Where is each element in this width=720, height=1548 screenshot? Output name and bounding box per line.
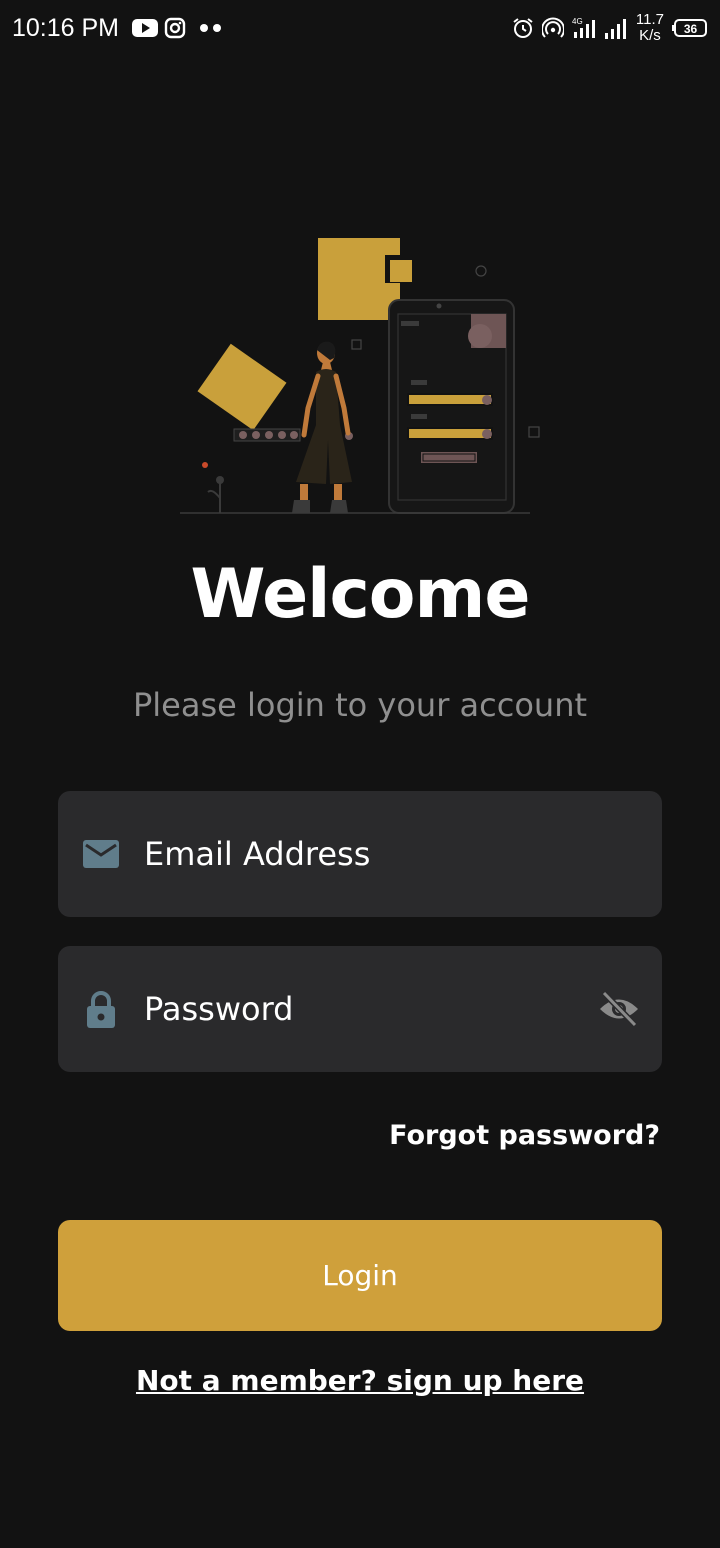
password-field[interactable]: [58, 946, 662, 1072]
eye-off-icon[interactable]: [598, 990, 640, 1028]
mail-icon: [83, 840, 119, 868]
instagram-icon: [164, 17, 186, 39]
woman-figure: [292, 341, 352, 513]
alarm-icon: [513, 18, 533, 38]
more-notifications-icon: [200, 24, 221, 32]
hotspot-icon: [541, 17, 564, 38]
svg-text:4G: 4G: [572, 17, 583, 26]
email-field[interactable]: [58, 791, 662, 917]
email-input[interactable]: [144, 791, 564, 917]
youtube-icon: [132, 19, 158, 37]
signup-link[interactable]: Not a member? sign up here: [0, 1364, 720, 1397]
decor-square-small: [390, 260, 412, 282]
forgot-password-link[interactable]: Forgot password?: [389, 1120, 660, 1151]
password-input[interactable]: [144, 946, 564, 1072]
network-speed: 11.7 K/s: [635, 11, 664, 44]
lock-icon: [87, 991, 115, 1028]
decor-tilted-square: [197, 343, 287, 431]
login-subtitle: Please login to your account: [132, 686, 588, 724]
signal-4g-icon: 4G: [572, 17, 595, 38]
status-bar: 10:16 PM 4G 11.7 K/s 36: [0, 0, 720, 60]
signal-icon: [604, 19, 626, 39]
battery-icon: 36: [672, 19, 707, 37]
status-time: 10:16 PM: [12, 14, 120, 42]
welcome-title: Welcome: [190, 555, 530, 634]
svg-text:36: 36: [684, 22, 698, 36]
login-illustration: [180, 238, 540, 514]
login-button[interactable]: Login: [58, 1220, 662, 1331]
